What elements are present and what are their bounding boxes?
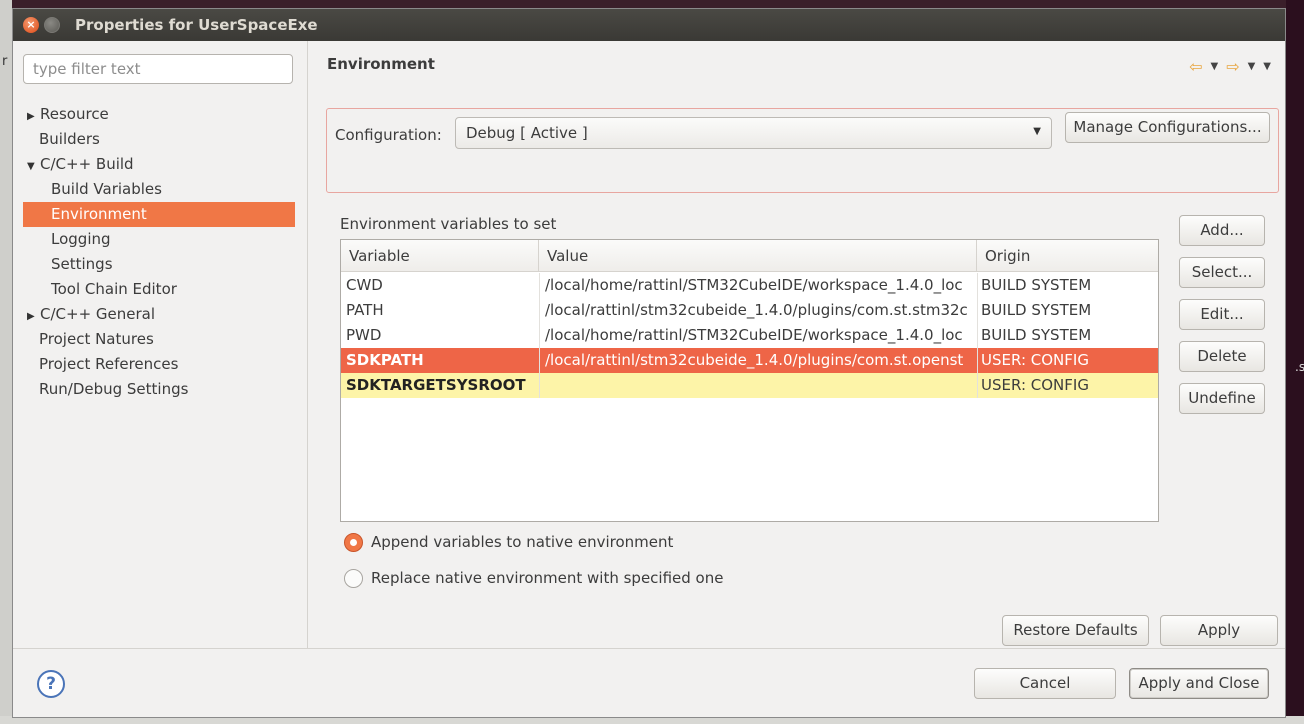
column-header-variable[interactable]: Variable [341,240,539,272]
close-icon[interactable]: × [23,17,39,33]
cell-origin: USER: CONFIG [977,348,1160,373]
tree-item-c-c-general[interactable]: ▶ C/C++ General [23,302,295,327]
help-icon[interactable]: ? [37,670,65,698]
cell-origin: BUILD SYSTEM [977,298,1160,323]
tree-item-label: Tool Chain Editor [51,280,177,298]
tree-item-build-variables[interactable]: Build Variables [23,177,295,202]
window-title: Properties for UserSpaceExe [75,16,318,34]
table-row[interactable]: PWD/local/home/rattinl/STM32CubeIDE/work… [341,323,1158,348]
cell-value: /local/home/rattinl/STM32CubeIDE/workspa… [539,273,977,298]
edit-button[interactable]: Edit... [1179,299,1265,330]
append-radio[interactable] [344,532,363,552]
properties-tree: ▶ Resource Builders ▼ C/C++ Build Build Varia… [23,102,295,402]
expand-right-icon[interactable]: ▶ [27,304,40,329]
table-header: Variable Value Origin [341,240,1158,272]
view-menu-icon[interactable]: ▼ [1263,61,1271,72]
select-button[interactable]: Select... [1179,257,1265,288]
tree-item-c-c-build[interactable]: ▼ C/C++ Build [23,152,295,177]
cell-variable: PWD [346,326,382,344]
apply-button[interactable]: Apply [1160,615,1278,646]
tree-item-builders[interactable]: Builders [23,127,295,152]
tree-item-project-natures[interactable]: Project Natures [23,327,295,352]
replace-label: Replace native environment with specifie… [371,569,724,587]
history-navigation: ⇦ ▼ ⇨ ▼ ▼ [1189,57,1271,76]
manage-configurations-button[interactable]: Manage Configurations... [1065,112,1270,143]
tree-item-label: Build Variables [51,180,162,198]
forward-arrow-icon[interactable]: ⇨ [1226,57,1239,76]
chevron-down-icon[interactable]: ▼ [1248,61,1256,72]
chevron-down-icon[interactable]: ▼ [1210,61,1218,72]
replace-option[interactable]: Replace native environment with specifie… [344,566,723,590]
tree-item-label: C/C++ General [40,305,156,323]
expand-right-icon[interactable]: ▶ [27,104,40,129]
cell-variable: SDKPATH [346,351,424,369]
tree-item-label: Project References [39,355,179,373]
cell-origin: BUILD SYSTEM [977,273,1160,298]
configuration-group: Configuration: Debug [ Active ] ▼ Manage… [326,108,1279,193]
chevron-down-icon: ▼ [1033,126,1041,137]
cell-value: /local/rattinl/stm32cubeide_1.4.0/plugin… [539,348,977,373]
configuration-value: Debug [ Active ] [466,124,588,142]
restore-defaults-button[interactable]: Restore Defaults [1002,615,1149,646]
tree-item-label: Logging [51,230,111,248]
table-row[interactable]: SDKPATH/local/rattinl/stm32cubeide_1.4.0… [341,348,1158,373]
properties-dialog: × Properties for UserSpaceExe ▶ResourceB… [12,8,1286,718]
expand-down-icon[interactable]: ▼ [27,154,40,179]
tree-item-environment[interactable]: Environment [23,202,295,227]
cell-origin: USER: CONFIG [977,373,1160,398]
dialog-footer: ? Cancel Apply and Close [13,648,1285,718]
tree-item-label: Settings [51,255,113,273]
cell-variable: PATH [346,301,384,319]
table-row[interactable]: PATH/local/rattinl/stm32cubeide_1.4.0/pl… [341,298,1158,323]
append-label: Append variables to native environment [371,533,674,551]
table-body: CWD/local/home/rattinl/STM32CubeIDE/work… [341,273,1158,398]
cell-variable: SDKTARGETSYSROOT [346,376,526,394]
table-row[interactable]: SDKTARGETSYSROOT USER: CONFIG [341,373,1158,398]
background-window-edge: r [0,0,12,724]
column-header-value[interactable]: Value [539,240,977,272]
tree-item-logging[interactable]: Logging [23,227,295,252]
background-text: .s [1295,360,1304,374]
cell-variable: CWD [346,276,383,294]
cell-value: /local/home/rattinl/STM32CubeIDE/workspa… [539,323,977,348]
tree-item-label: Environment [51,205,147,223]
tree-item-tool-chain-editor[interactable]: Tool Chain Editor [23,277,295,302]
page-title: Environment [327,55,435,73]
cancel-button[interactable]: Cancel [974,668,1116,699]
append-option[interactable]: Append variables to native environment [344,530,673,554]
tree-item-label: C/C++ Build [40,155,134,173]
back-arrow-icon[interactable]: ⇦ [1189,57,1202,76]
tree-item-project-references[interactable]: Project References [23,352,295,377]
replace-radio[interactable] [344,568,363,588]
minimize-icon[interactable] [44,17,60,33]
tree-item-label: Builders [39,130,100,148]
background-text: r [2,54,8,69]
navigation-pane: ▶ResourceBuilders▼C/C++ BuildBuild Varia… [13,41,308,648]
tree-item-settings[interactable]: Settings [23,252,295,277]
tree-item-label: Project Natures [39,330,154,348]
add-button[interactable]: Add... [1179,215,1265,246]
cell-value [539,373,977,398]
env-section-label: Environment variables to set [340,215,557,233]
tree-item-label: Resource [40,105,109,123]
desktop-background: .s [1286,0,1304,724]
filter-input[interactable] [23,54,293,84]
undefine-button[interactable]: Undefine [1179,383,1265,414]
tree-item-resource[interactable]: ▶ Resource [23,102,295,127]
apply-and-close-button[interactable]: Apply and Close [1129,668,1269,699]
environment-table: Variable Value Origin CWD/local/home/rat… [340,239,1159,522]
cell-value: /local/rattinl/stm32cubeide_1.4.0/plugin… [539,298,977,323]
column-header-origin[interactable]: Origin [977,240,1160,272]
environment-page: Environment ⇦ ▼ ⇨ ▼ ▼ Configuration: Deb… [309,41,1287,648]
delete-button[interactable]: Delete [1179,341,1265,372]
table-row[interactable]: CWD/local/home/rattinl/STM32CubeIDE/work… [341,273,1158,298]
tree-item-label: Run/Debug Settings [39,380,189,398]
configuration-label: Configuration: [335,126,442,144]
configuration-select[interactable]: Debug [ Active ] ▼ [455,117,1052,149]
cell-origin: BUILD SYSTEM [977,323,1160,348]
title-bar[interactable]: × Properties for UserSpaceExe [13,9,1285,41]
tree-item-run-debug-settings[interactable]: Run/Debug Settings [23,377,295,402]
